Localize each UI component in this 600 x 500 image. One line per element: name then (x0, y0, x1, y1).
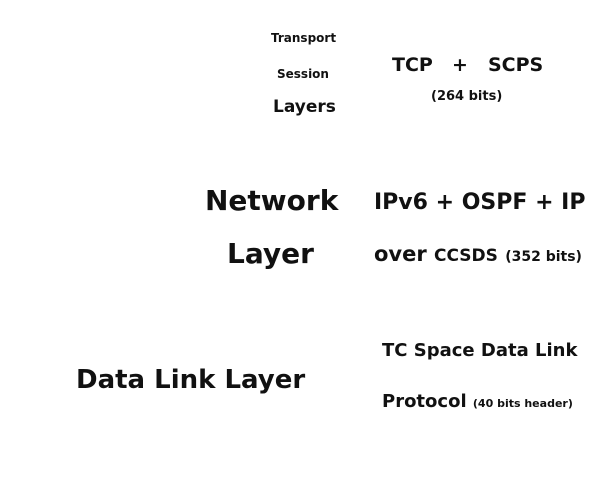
ccsds-label: CCSDS (434, 246, 498, 266)
network-bits: (352 bits) (505, 249, 582, 265)
scps-protocol: SCPS (488, 54, 544, 76)
data-link-protocol-line1: TC Space Data Link (382, 340, 578, 361)
network-layer-title-line1: Network (205, 184, 339, 217)
plus-sign: + (452, 54, 468, 76)
transport-bits: (264 bits) (431, 89, 503, 104)
data-link-layer-title: Data Link Layer (76, 365, 306, 395)
network-over-line: over CCSDS (352 bits) (374, 244, 582, 265)
tcp-protocol: TCP (392, 54, 433, 76)
layers-label: Layers (273, 97, 336, 117)
data-link-protocol-line2: Protocol (40 bits header) (382, 393, 573, 411)
over-word: over (374, 242, 427, 266)
session-label: Session (277, 67, 329, 81)
network-layer-title-line2: Layer (227, 237, 314, 270)
data-link-header-bits: (40 bits header) (472, 397, 573, 410)
protocol-word: Protocol (382, 391, 467, 412)
transport-label: Transport (271, 31, 337, 45)
network-protocols: IPv6 + OSPF + IP (374, 190, 586, 215)
